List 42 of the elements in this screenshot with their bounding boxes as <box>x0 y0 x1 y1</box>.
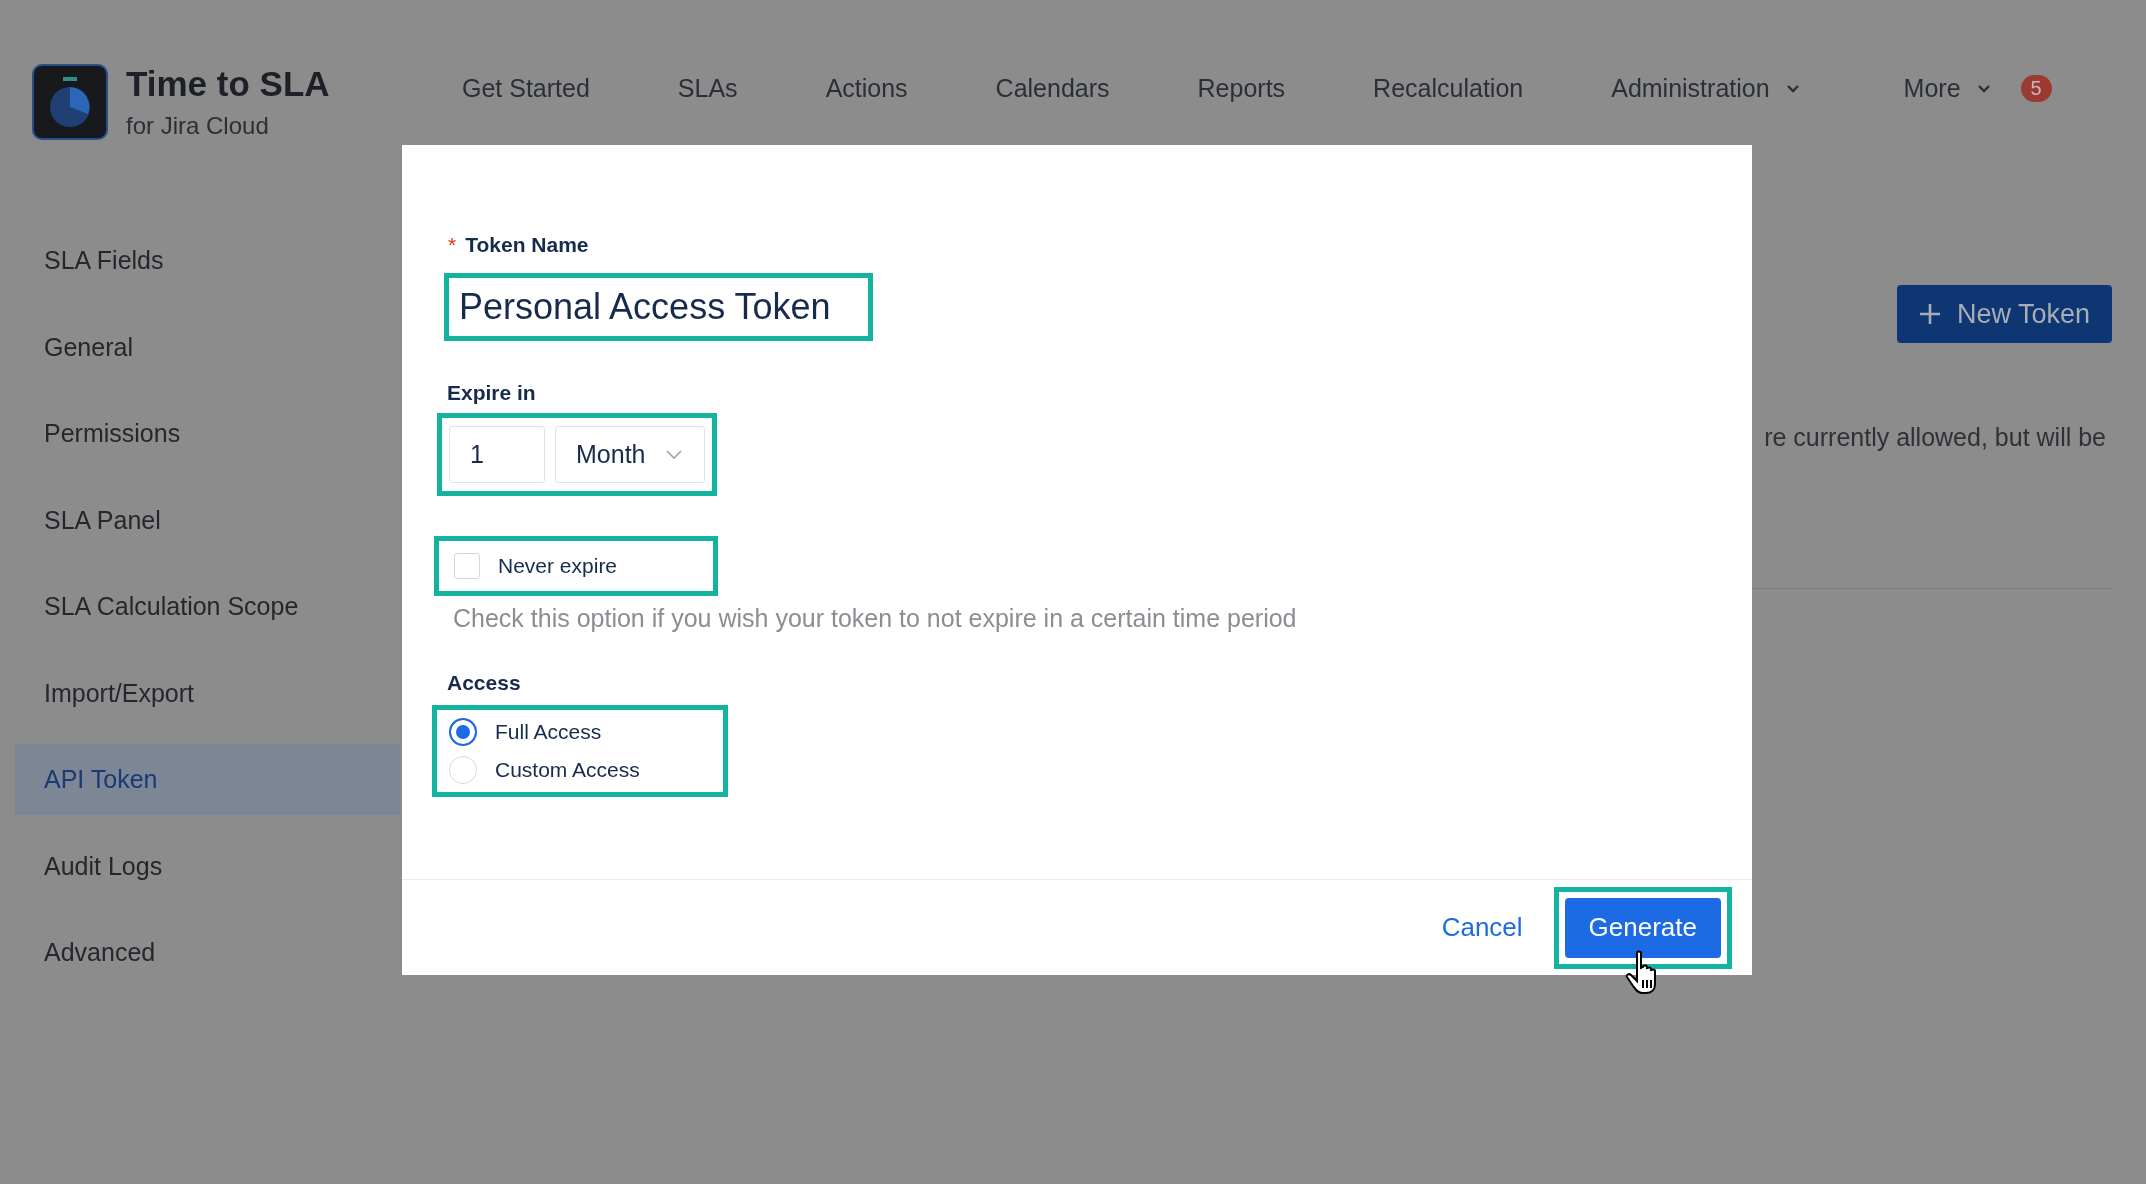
new-token-button[interactable]: New Token <box>1896 285 2112 343</box>
help-text: Check this option if you wish your token to not expire in a certain time period <box>452 604 1297 633</box>
chevron-down-icon <box>666 449 682 460</box>
nav-link[interactable]: Reports <box>1197 73 1286 103</box>
nav-link[interactable]: Calendars <box>995 73 1110 103</box>
nav-link[interactable]: Actions <box>825 73 908 103</box>
checkbox[interactable] <box>454 553 480 579</box>
nav-link[interactable]: SLAs <box>677 73 738 103</box>
count-badge: 5 <box>2020 74 2052 102</box>
app-title: Time to SLA <box>126 64 330 104</box>
required-marker: * <box>448 233 457 257</box>
chevron-down-icon <box>1785 82 1800 94</box>
app-subtitle: for Jira Cloud <box>126 112 270 140</box>
nav-link[interactable]: Get Started <box>462 73 590 103</box>
nav-link[interactable]: More <box>1903 73 1961 103</box>
sidebar-item[interactable]: SLA Fields <box>15 225 400 296</box>
plus-icon <box>1918 303 1941 325</box>
radio-label: Custom Access <box>495 758 640 782</box>
token-name-field[interactable]: Personal Access Token <box>444 273 873 341</box>
sidebar-item[interactable]: Audit Logs <box>15 830 400 902</box>
stopwatch-logo-icon <box>32 64 108 140</box>
radio-button[interactable] <box>449 718 477 746</box>
sidebar-item[interactable]: SLA Calculation Scope <box>15 571 400 642</box>
generate-button[interactable]: Generate <box>1564 897 1721 958</box>
radio-label: Full Access <box>495 720 602 744</box>
nav-link[interactable]: Administration <box>1611 73 1770 103</box>
cancel-button[interactable]: Cancel <box>1441 902 1523 953</box>
field-label: Token Name <box>465 233 589 257</box>
field-label: Expire in <box>446 381 536 405</box>
sidebar-item[interactable]: SLA Panel <box>15 484 400 556</box>
unit-dropdown[interactable]: Month <box>555 426 705 483</box>
sidebar-item[interactable]: General <box>15 311 400 383</box>
field-label: Access <box>446 671 521 695</box>
nav-link[interactable]: Recalculation <box>1373 73 1524 103</box>
sidebar-item[interactable]: Import/Export <box>15 657 400 729</box>
sidebar-item[interactable]: API Token <box>15 744 400 815</box>
chevron-down-icon <box>1976 82 1991 94</box>
sidebar-item[interactable]: Permissions <box>15 398 400 469</box>
number-field[interactable]: 1 <box>449 426 545 483</box>
sidebar-item[interactable]: Advanced <box>15 917 400 988</box>
notice-text: re currently allowed, but will be <box>1764 423 2106 452</box>
checkbox-label: Never expire <box>498 554 618 578</box>
